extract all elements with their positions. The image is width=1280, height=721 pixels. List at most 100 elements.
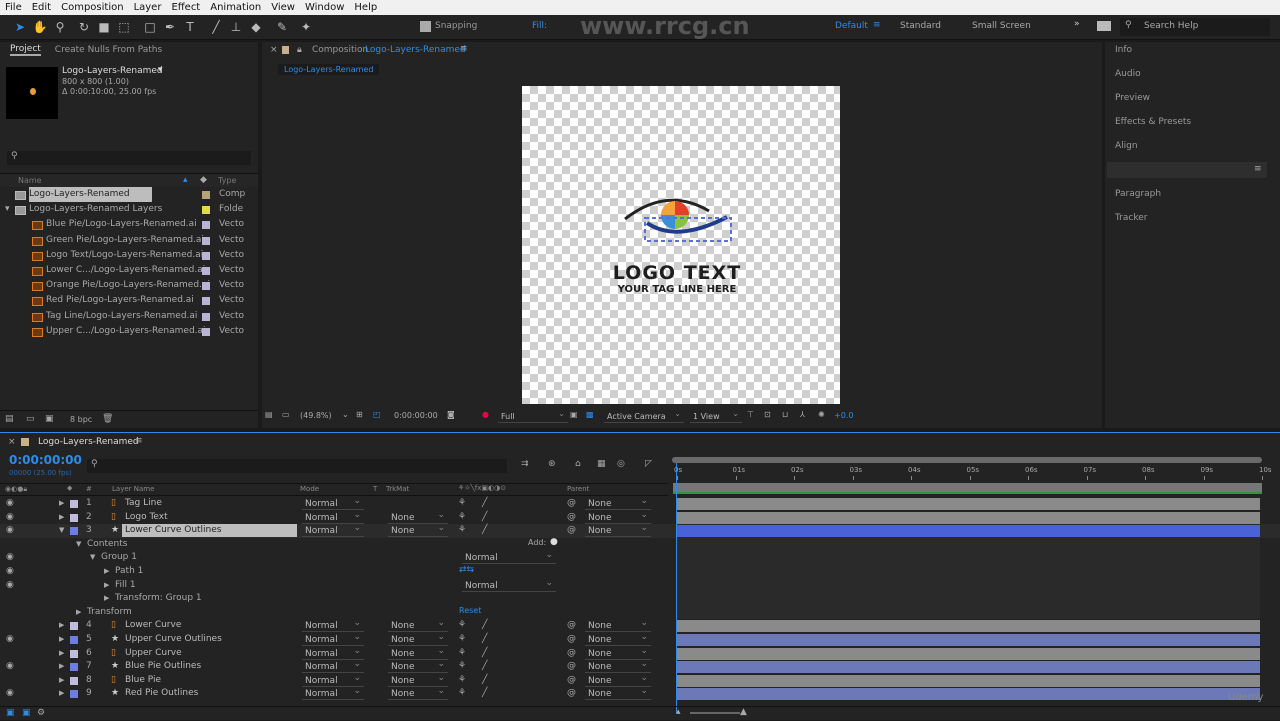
label-swatch[interactable] (202, 297, 210, 306)
eye-icon[interactable]: ◉ (6, 660, 14, 673)
layer-duration-bar[interactable] (676, 511, 1260, 524)
label-swatch[interactable] (202, 282, 210, 291)
quality-switch-icon[interactable]: ╱ (482, 524, 487, 537)
camera-dropdown[interactable]: Active Camera (604, 408, 684, 423)
timeline-tab[interactable]: Logo-Layers-Renamed (38, 437, 139, 447)
layer-name[interactable]: Red Pie Outlines (122, 687, 297, 700)
eraser-tool-icon[interactable]: ◆ (248, 19, 264, 35)
search-help-input[interactable]: ⚲ Search Help (1120, 18, 1270, 36)
grid-guides-icon[interactable]: ⊞ (356, 410, 363, 419)
expand-arrow-icon[interactable]: ▶ (104, 565, 109, 578)
collapse-arrow-icon[interactable]: ▼ (59, 524, 64, 537)
layer-duration-bar[interactable] (676, 674, 1260, 687)
workspace-default[interactable]: Default (835, 21, 868, 31)
fill-blend-mode-dropdown[interactable]: Normal (462, 577, 556, 592)
menu-composition[interactable]: Composition (61, 2, 123, 13)
mode-dropdown[interactable]: Normal (302, 685, 364, 701)
layer-label-swatch[interactable] (70, 636, 78, 644)
tab-project[interactable]: Project (10, 44, 41, 56)
composition-canvas[interactable]: LOGO TEXT YOUR TAG LINE HERE (522, 86, 840, 404)
fast-preview-icon[interactable]: ⊡ (764, 410, 771, 419)
project-item[interactable]: Green Pie/Logo-Layers-Renamed.ai Vecto (0, 233, 258, 248)
hand-tool-icon[interactable]: ✋ (32, 19, 48, 35)
eye-icon[interactable]: ◉ (6, 565, 14, 578)
sort-icon[interactable]: ▴ (183, 175, 188, 185)
workspace-small-screen[interactable]: Small Screen (972, 21, 1031, 31)
label-swatch[interactable] (202, 206, 210, 215)
menu-animation[interactable]: Animation (210, 2, 261, 13)
expand-arrow-icon[interactable]: ▶ (59, 497, 64, 510)
quality-switch-icon[interactable]: ╱ (482, 647, 487, 660)
mode-dropdown[interactable]: Normal (302, 522, 364, 538)
layer-name[interactable]: Upper Curve (122, 647, 297, 660)
eye-icon[interactable]: ◉ (6, 524, 14, 537)
parent-dropdown[interactable]: None (585, 685, 651, 701)
collapse-arrow-icon[interactable]: ▼ (90, 551, 95, 564)
layer-label-swatch[interactable] (70, 622, 78, 631)
eye-icon[interactable]: ◉ (6, 687, 14, 700)
interpret-footage-icon[interactable]: ▤ (5, 414, 14, 424)
selection-tool-icon[interactable]: ➤ (12, 19, 28, 35)
tab-create-nulls[interactable]: Create Nulls From Paths (55, 45, 162, 55)
layer-name[interactable]: Upper Curve Outlines (122, 633, 297, 646)
work-area-bar[interactable] (673, 483, 1262, 494)
layer-label-swatch[interactable] (70, 513, 78, 522)
monitor-icon[interactable]: ▭ (282, 410, 290, 419)
menu-edit[interactable]: Edit (32, 2, 51, 13)
trkmat-dropdown[interactable]: None (388, 522, 448, 538)
comp-breadcrumb[interactable]: Logo-Layers-Renamed (278, 64, 380, 75)
menu-help[interactable]: Help (354, 2, 377, 13)
panel-tracker[interactable]: Tracker (1115, 213, 1147, 223)
expand-arrow-icon[interactable]: ▶ (59, 660, 64, 673)
menu-window[interactable]: Window (305, 2, 344, 13)
column-type[interactable]: Type (218, 176, 236, 185)
graph-editor-icon[interactable]: ◸ (645, 459, 652, 469)
trkmat-dropdown[interactable]: None (388, 685, 448, 701)
layer-duration-bar[interactable] (676, 688, 1260, 701)
shy-layers-icon[interactable]: ⌂ (575, 459, 581, 469)
label-swatch[interactable] (202, 267, 210, 275)
path-direction-icon[interactable]: ⇄⇆ (459, 565, 474, 575)
panel-paragraph[interactable]: Paragraph (1115, 189, 1161, 199)
in-out-toggle-icon[interactable]: ⚙ (37, 708, 45, 718)
viewer-timecode[interactable]: 0:00:00:00 (394, 411, 438, 420)
panel-info[interactable]: Info (1115, 45, 1132, 55)
project-item[interactable]: Logo-Layers-Renamed Comp (0, 187, 258, 202)
layer-row[interactable]: ◉ ▼ 3 ★Lower Curve Outlines Normal None ⚘ ╱ @ Non… (0, 522, 1280, 538)
snapping-checkbox[interactable] (420, 21, 431, 32)
layer-duration-bar[interactable] (676, 498, 1260, 510)
expand-arrow-icon[interactable]: ▾ (5, 202, 10, 217)
eye-icon[interactable]: ◉ (6, 551, 14, 564)
layer-label-swatch[interactable] (70, 649, 78, 658)
pick-whip-icon[interactable]: @ (567, 660, 576, 673)
lock-icon[interactable]: 🔒︎ (297, 45, 302, 55)
work-area-navigator[interactable] (672, 457, 1262, 463)
label-tag-icon[interactable]: ◆ (200, 175, 207, 185)
reset-link[interactable]: Reset (459, 606, 481, 615)
pick-whip-icon[interactable]: @ (567, 633, 576, 646)
sync-settings-icon[interactable] (1097, 21, 1111, 31)
layer-name[interactable]: Lower Curve (122, 619, 297, 632)
motion-blur-icon[interactable]: ◎ (617, 459, 625, 469)
layer-name[interactable]: Blue Pie (122, 674, 297, 687)
project-item[interactable]: Upper C.../Logo-Layers-Renamed.ai Vecto (0, 324, 258, 339)
layer-duration-bar[interactable] (676, 620, 1260, 633)
layer-duration-bar[interactable] (676, 647, 1260, 660)
expand-arrow-icon[interactable]: ▶ (104, 592, 109, 605)
workspace-standard[interactable]: Standard (900, 21, 941, 31)
expand-arrow-icon[interactable]: ▶ (104, 579, 109, 592)
composition-mini-flowchart-icon[interactable]: ⇉ (521, 459, 529, 469)
pick-whip-icon[interactable]: @ (567, 687, 576, 700)
column-layer-name[interactable]: Layer Name (112, 485, 154, 493)
label-swatch[interactable] (202, 191, 210, 199)
layer-row[interactable]: ◉ ▶ 9 ★Red Pie Outlines Normal None ⚘ ╱ @ None (0, 685, 1280, 701)
zoom-in-icon[interactable]: ▲ (740, 707, 747, 717)
pick-whip-icon[interactable]: @ (567, 674, 576, 687)
snapshot-icon[interactable]: ◙ (447, 410, 455, 419)
layer-duration-bar[interactable] (676, 634, 1260, 646)
project-item[interactable]: ▾ Logo-Layers-Renamed Layers Folde (0, 202, 258, 217)
comp-dropdown-icon[interactable]: ▾ (158, 65, 163, 75)
zoom-tool-icon[interactable]: ⚲ (52, 19, 68, 35)
quality-switch-icon[interactable]: ╱ (482, 633, 487, 646)
shy-switch-icon[interactable]: ⚘ (458, 511, 466, 524)
